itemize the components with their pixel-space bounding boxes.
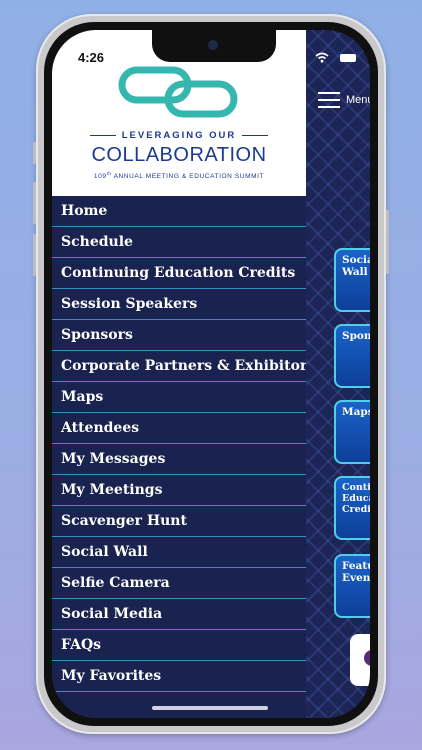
menu-item-scavenger-hunt[interactable]: Scavenger Hunt (52, 506, 306, 537)
logo-tagline-text: LEVERAGING OUR (121, 130, 237, 141)
tile-continuing-education-credits[interactable]: Continuing Education Credits (334, 476, 370, 540)
menu-item-my-favorites[interactable]: My Favorites (52, 661, 306, 692)
menu-label: Menu (346, 94, 370, 106)
menu-item-schedule[interactable]: Schedule (52, 227, 306, 258)
home-indicator (152, 706, 268, 710)
tile-sponsors[interactable]: Sponsors (334, 324, 370, 388)
tile-label: Continuing Education Credits (342, 482, 370, 515)
menu-item-social-wall[interactable]: Social Wall (52, 537, 306, 568)
menu-item-attendees[interactable]: Attendees (52, 413, 306, 444)
chain-links-icon (118, 66, 238, 118)
menu-item-my-messages[interactable]: My Messages (52, 444, 306, 475)
tile-label: Maps (342, 406, 370, 418)
side-button-mute (33, 142, 36, 164)
tile-label: Sponsors (342, 330, 370, 342)
menu-item-corporate-partners-exhibitors[interactable]: Corporate Partners & Exhibitors (52, 351, 306, 382)
menu-item-continuing-education-credits[interactable]: Continuing Education Credits (52, 258, 306, 289)
side-button-volume-up (33, 182, 36, 224)
side-button-power (386, 210, 389, 274)
tile-maps[interactable]: Maps (334, 400, 370, 464)
tile-social-wall[interactable]: Social Wall (334, 248, 370, 312)
notch (152, 30, 276, 62)
tile-partial[interactable] (350, 634, 370, 686)
front-camera-icon (208, 40, 218, 50)
phone-bezel: Menu Social Wall Sponsors Maps Continuin… (44, 22, 378, 726)
menu-toggle-button[interactable]: Menu (318, 92, 370, 112)
menu-item-session-speakers[interactable]: Session Speakers (52, 289, 306, 320)
tile-featured-events[interactable]: Featured Events (334, 554, 370, 618)
logo-title: COLLABORATION (91, 144, 267, 166)
tile-partial-icon (364, 650, 370, 666)
menu-item-home[interactable]: Home (52, 196, 306, 227)
menu-item-faqs[interactable]: FAQs (52, 630, 306, 661)
logo-subtitle-text: ANNUAL MEETING & EDUCATION SUMMIT (111, 173, 265, 181)
side-drawer: LEVERAGING OUR COLLABORATION 109th ANNUA… (52, 30, 306, 718)
tile-label: Social Wall (342, 254, 370, 278)
menu-item-my-meetings[interactable]: My Meetings (52, 475, 306, 506)
menu-item-sponsors[interactable]: Sponsors (52, 320, 306, 351)
side-button-volume-down (33, 234, 36, 276)
logo-ordinal: 109 (93, 173, 107, 181)
phone-frame: Menu Social Wall Sponsors Maps Continuin… (33, 14, 389, 734)
drawer-menu: Home Schedule Continuing Education Credi… (52, 196, 306, 692)
logo-tagline: LEVERAGING OUR (52, 130, 306, 141)
hamburger-icon (318, 92, 340, 108)
battery-icon (340, 54, 356, 62)
app-screen: Menu Social Wall Sponsors Maps Continuin… (52, 30, 370, 718)
menu-item-selfie-camera[interactable]: Selfie Camera (52, 568, 306, 599)
menu-item-maps[interactable]: Maps (52, 382, 306, 413)
tile-label: Featured Events (342, 560, 370, 584)
status-time: 4:26 (78, 50, 105, 65)
wifi-icon (315, 52, 329, 63)
logo-subtitle: 109th ANNUAL MEETING & EDUCATION SUMMIT (52, 171, 306, 180)
menu-item-social-media[interactable]: Social Media (52, 599, 306, 630)
